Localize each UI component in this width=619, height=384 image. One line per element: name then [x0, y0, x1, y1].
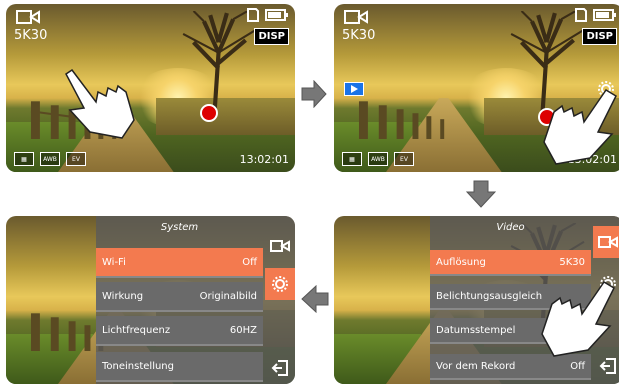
exit-icon [271, 360, 288, 376]
system-settings-panel: System Wi-Fi Off Wirkung Originalbild Lich… [6, 216, 295, 384]
awb-icon[interactable]: AWB [40, 152, 60, 166]
gear-icon [272, 276, 288, 292]
menu-item-value: 5K30 [559, 256, 585, 268]
exit-button[interactable] [265, 352, 295, 384]
menu-item-label: Datumsstempel [436, 324, 516, 336]
menu-item-label: Lichtfrequenz [102, 324, 171, 336]
scene-mode-icon[interactable]: ▦ [14, 152, 34, 166]
sd-card-icon [575, 8, 587, 22]
menu-item-label: Wi-Fi [102, 256, 126, 268]
awb-icon[interactable]: AWB [368, 152, 388, 166]
video-camera-icon [598, 236, 618, 248]
scene-mode-icon[interactable]: ▦ [342, 152, 362, 166]
battery-icon [265, 9, 288, 21]
hand-pointer-icon [65, 68, 135, 139]
resolution-label: 5K30 [342, 28, 376, 43]
menu-item-value: Off [242, 256, 257, 268]
sd-card-icon [247, 8, 259, 22]
playback-button[interactable] [344, 82, 364, 96]
menu-item-value: Off [570, 360, 585, 372]
menu-item-light-frequency[interactable]: Lichtfrequenz 60HZ [96, 316, 263, 346]
tree-image [156, 11, 283, 115]
arrow-down-icon [466, 180, 496, 208]
menu-item-label: Wirkung [102, 290, 144, 302]
menu-title: System [160, 222, 199, 233]
setting-shortcuts: ▦ AWB EV [342, 152, 414, 166]
hand-pointer-icon [541, 280, 615, 357]
play-icon [351, 85, 358, 93]
menu-item-value: 60HZ [229, 324, 257, 336]
time-display: 13:02:01 [239, 153, 289, 166]
resolution-label: 5K30 [14, 28, 48, 43]
menu-item-label: Belichtungsausgleich [436, 290, 543, 302]
hand-pointer-icon [543, 88, 617, 165]
menu-item-resolution[interactable]: Auflösung 5K30 [430, 250, 591, 276]
setting-shortcuts: ▦ AWB EV [14, 152, 86, 166]
disp-button[interactable]: DISP [582, 28, 617, 45]
menu-item-label: Toneinstellung [102, 360, 174, 372]
arrow-right-icon [301, 80, 327, 108]
ev-icon[interactable]: EV [66, 152, 86, 166]
video-camera-icon[interactable] [16, 9, 40, 25]
disp-button[interactable]: DISP [254, 28, 289, 45]
arrow-left-icon [301, 285, 329, 313]
record-button[interactable] [200, 104, 218, 122]
menu-title: Video [496, 222, 525, 233]
ev-icon[interactable]: EV [394, 152, 414, 166]
camera-preview-panel-2: 5K30 DISP ▦ AWB EV 13:02:01 [334, 4, 619, 172]
menu-item-value: Originalbild [199, 290, 257, 302]
tab-video[interactable] [265, 230, 295, 262]
status-icons [245, 8, 289, 22]
video-camera-icon [270, 240, 290, 252]
status-icons [573, 8, 617, 22]
video-camera-icon[interactable] [344, 9, 368, 25]
tab-system[interactable] [265, 268, 295, 300]
menu-item-effect[interactable]: Wirkung Originalbild [96, 282, 263, 312]
fence-image [359, 101, 445, 140]
settings-menu: System Wi-Fi Off Wirkung Originalbild Lich… [96, 216, 295, 384]
landscape-scene [6, 4, 295, 172]
menu-item-wifi[interactable]: Wi-Fi Off [96, 248, 263, 278]
menu-item-sound[interactable]: Toneinstellung [96, 352, 263, 382]
menu-item-label: Vor dem Rekord [436, 360, 516, 372]
menu-item-label: Auflösung [436, 256, 486, 268]
battery-icon [593, 9, 616, 21]
video-settings-panel: Video Auflösung 5K30 Belichtungsausgleich… [334, 216, 619, 384]
tab-video[interactable] [593, 226, 619, 258]
camera-preview-panel-1: 5K30 DISP ▦ AWB EV 13:02:01 [6, 4, 295, 172]
